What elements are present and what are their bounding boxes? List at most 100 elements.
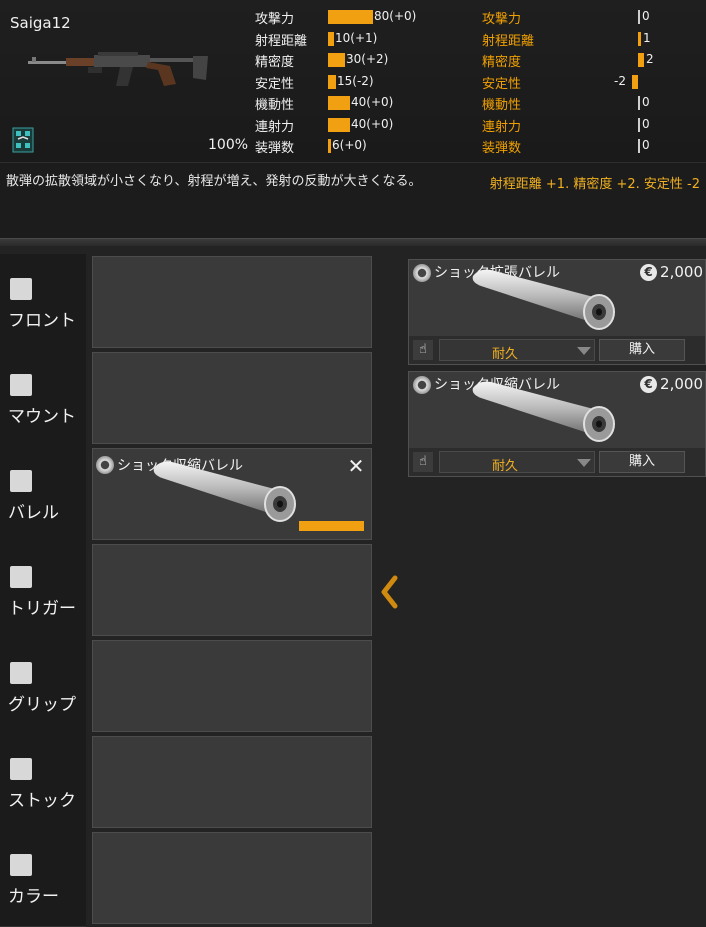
shop-item-actions: ☝ 耐久 購入 — [409, 448, 705, 476]
weapon-info-panel: Saiga12 100% 攻撃力 80(+0) 射程距離 10(+1) 精密度 30(+2… — [0, 0, 706, 162]
compare-stat-label: 装弾数 — [482, 141, 522, 156]
stat-bar — [328, 74, 336, 89]
stat-bar — [328, 117, 350, 132]
shop-item-card[interactable]: ショック収縮バレル€2,000☝耐久購入 — [408, 371, 706, 477]
compare-stat-bar — [638, 117, 640, 132]
coin-icon: € — [640, 263, 658, 281]
stat-label: 装弾数 — [255, 141, 295, 156]
item-description: 散弾の拡散領域が小さくなり、射程が増え、発射の反動が大きくなる。 — [6, 174, 422, 189]
compare-stat-bar — [632, 74, 638, 89]
buy-button[interactable]: 購入 — [599, 451, 685, 473]
compare-stat-label: 機動性 — [482, 98, 522, 113]
stat-row: 攻撃力 80(+0) — [255, 8, 475, 27]
slot-row-1: マウント — [0, 350, 380, 447]
compare-stat-value: 0 — [642, 9, 650, 23]
dropdown-arrow-icon — [577, 459, 591, 467]
barrel-icon — [10, 470, 32, 492]
slot-drop-box[interactable] — [92, 640, 372, 732]
stat-label: 連射力 — [255, 119, 295, 135]
compare-stat-label: 安定性 — [482, 76, 522, 92]
stat-bar — [328, 139, 331, 153]
slot-name: ストック — [8, 791, 76, 811]
stat-label: 安定性 — [255, 76, 295, 92]
durability-select[interactable]: 耐久 — [439, 339, 595, 362]
slot-row-0: フロント — [0, 254, 380, 351]
slot-label-cell: ストック — [0, 734, 86, 831]
compare-stat-value: 0 — [642, 138, 650, 152]
remove-part-button[interactable]: ✕ — [346, 456, 366, 476]
slot-label-cell: フロント — [0, 254, 86, 351]
compare-stat-bar — [638, 139, 640, 153]
slot-row-6: カラー — [0, 830, 380, 927]
stock-icon — [10, 758, 32, 780]
buy-button[interactable]: 購入 — [599, 339, 685, 361]
compare-stat-value: 1 — [643, 30, 651, 45]
barrel-part-icon — [413, 264, 431, 282]
stat-row: 機動性 40(+0) — [255, 94, 475, 113]
slot-label-cell: カラー — [0, 830, 86, 927]
stat-label: 精密度 — [255, 55, 295, 70]
slot-name: トリガー — [8, 599, 76, 619]
stat-bar — [328, 96, 350, 110]
equipped-durability-bar — [299, 521, 364, 531]
slot-name: バレル — [8, 503, 59, 523]
barrel-part-icon — [96, 456, 114, 474]
compare-stat-value: 0 — [642, 95, 650, 109]
stat-value: 10(+1) — [335, 30, 378, 45]
barrel-part-icon — [413, 376, 431, 394]
compare-stat-label: 攻撃力 — [482, 12, 522, 27]
stat-row: 射程距離 10(+1) — [255, 30, 475, 49]
stat-bar — [328, 10, 373, 24]
barrel-image — [153, 461, 296, 522]
price-tag: €2,000 — [640, 374, 703, 394]
slot-name: マウント — [8, 407, 76, 427]
compare-stat-bar — [638, 31, 641, 46]
slot-drop-box[interactable] — [92, 736, 372, 828]
slot-row-4: グリップ — [0, 638, 380, 735]
grip-icon — [10, 662, 32, 684]
shop-item-card[interactable]: ショック拡張バレル€2,000☝耐久購入 — [408, 259, 706, 365]
compare-stat-bar — [638, 53, 644, 67]
stat-value: 40(+0) — [351, 95, 394, 109]
barrel-image — [472, 381, 615, 442]
stat-row: 精密度 30(+2) — [255, 51, 475, 70]
slot-row-3: トリガー — [0, 542, 380, 639]
preview-icon[interactable]: ☝ — [413, 340, 433, 360]
compare-stat-label: 射程距離 — [482, 33, 535, 49]
description-panel: 散弾の拡散領域が小さくなり、射程が増え、発射の反動が大きくなる。 射程距離 +1… — [0, 162, 706, 239]
stat-effect-summary: 射程距離 +1. 精密度 +2. 安定性 -2 — [489, 177, 700, 192]
slot-label-cell: トリガー — [0, 542, 86, 639]
chevron-left-icon[interactable] — [377, 572, 403, 612]
slot-name: グリップ — [8, 695, 76, 715]
stat-value: 30(+2) — [346, 52, 389, 66]
price: 2,000 — [660, 375, 703, 393]
slot-label-cell: グリップ — [0, 638, 86, 735]
price-tag: €2,000 — [640, 262, 703, 282]
slot-row-5: ストック — [0, 734, 380, 831]
slot-drop-box[interactable] — [92, 544, 372, 636]
stat-label: 射程距離 — [255, 33, 308, 49]
stat-bar — [328, 31, 334, 46]
coin-icon: € — [640, 375, 658, 393]
slot-name: フロント — [8, 311, 76, 331]
slot-label-cell: マウント — [0, 350, 86, 447]
preview-icon[interactable]: ☝ — [413, 452, 433, 472]
compare-stat-value: -2 — [614, 73, 626, 88]
compare-stat-label: 精密度 — [482, 55, 522, 70]
stat-value: 40(+0) — [351, 116, 394, 131]
dropdown-arrow-icon — [577, 347, 591, 355]
weapon-name: Saiga12 — [10, 14, 71, 32]
slot-drop-box[interactable] — [92, 832, 372, 924]
scope-mount-icon — [10, 374, 32, 396]
slot-drop-box[interactable] — [92, 352, 372, 444]
modification-icon — [12, 127, 34, 153]
front-sight-icon — [10, 278, 32, 300]
slot-drop-box[interactable] — [92, 256, 372, 348]
stat-row: 安定性 15(-2) — [255, 73, 475, 92]
compare-stat-bar — [638, 10, 640, 24]
stat-value: 80(+0) — [374, 9, 417, 23]
slot-name: カラー — [8, 887, 59, 907]
durability-select[interactable]: 耐久 — [439, 451, 595, 474]
compare-stat-value: 2 — [646, 52, 654, 66]
barrel-image — [472, 269, 615, 330]
